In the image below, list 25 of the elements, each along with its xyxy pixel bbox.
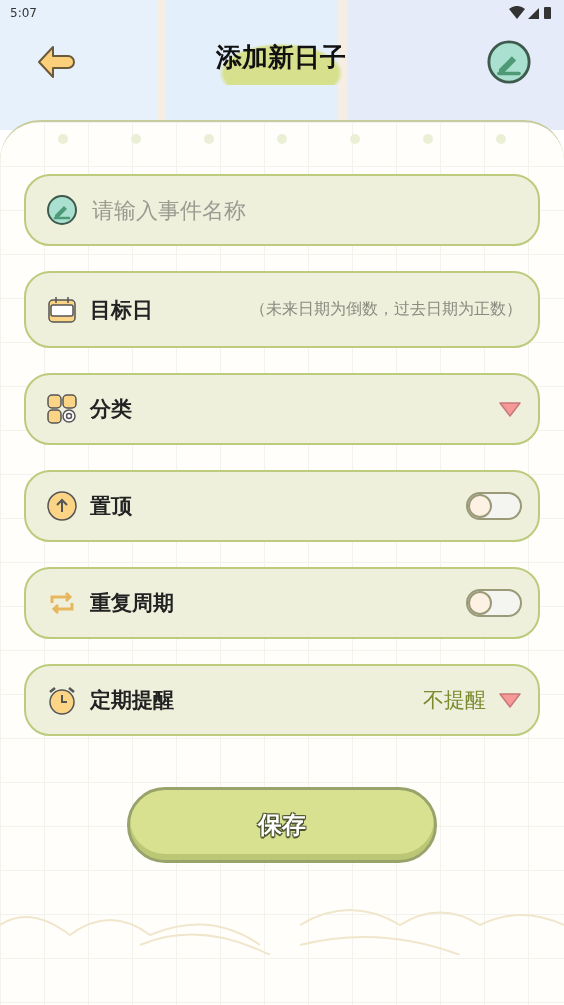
row-hint: （未来日期为倒数，过去日期为正数） xyxy=(250,299,522,320)
toggle-row[interactable]: 置顶 xyxy=(24,470,540,542)
toggle-row[interactable]: 重复周期 xyxy=(24,567,540,639)
pencil-icon xyxy=(46,194,78,226)
name-input[interactable]: 请输入事件名称 xyxy=(90,196,522,224)
toggle-switch[interactable] xyxy=(466,492,522,520)
row-label: 定期提醒 xyxy=(90,687,174,714)
caret-icon[interactable] xyxy=(498,400,522,418)
date-row[interactable]: 目标日 （未来日期为倒数，过去日期为正数） xyxy=(24,271,540,348)
row-value: 不提醒 xyxy=(423,687,486,714)
back-arrow-button[interactable] xyxy=(36,43,76,80)
toggle-switch[interactable] xyxy=(466,589,522,617)
row-label: 置顶 xyxy=(90,493,132,520)
name-input-field[interactable]: 请输入事件名称 xyxy=(24,174,540,246)
row-label: 分类 xyxy=(90,396,132,423)
row-label: 目标日 xyxy=(90,296,153,324)
status-icons xyxy=(508,6,554,20)
status-time: 5:07 xyxy=(10,6,37,20)
alarm-clock-icon xyxy=(46,684,78,716)
grid-icon xyxy=(46,393,78,425)
select-row[interactable]: 定期提醒 不提醒 xyxy=(24,664,540,736)
caret-icon[interactable] xyxy=(498,691,522,709)
select-row[interactable]: 分类 xyxy=(24,373,540,445)
row-label: 重复周期 xyxy=(90,590,174,617)
edit-button[interactable] xyxy=(486,38,532,85)
